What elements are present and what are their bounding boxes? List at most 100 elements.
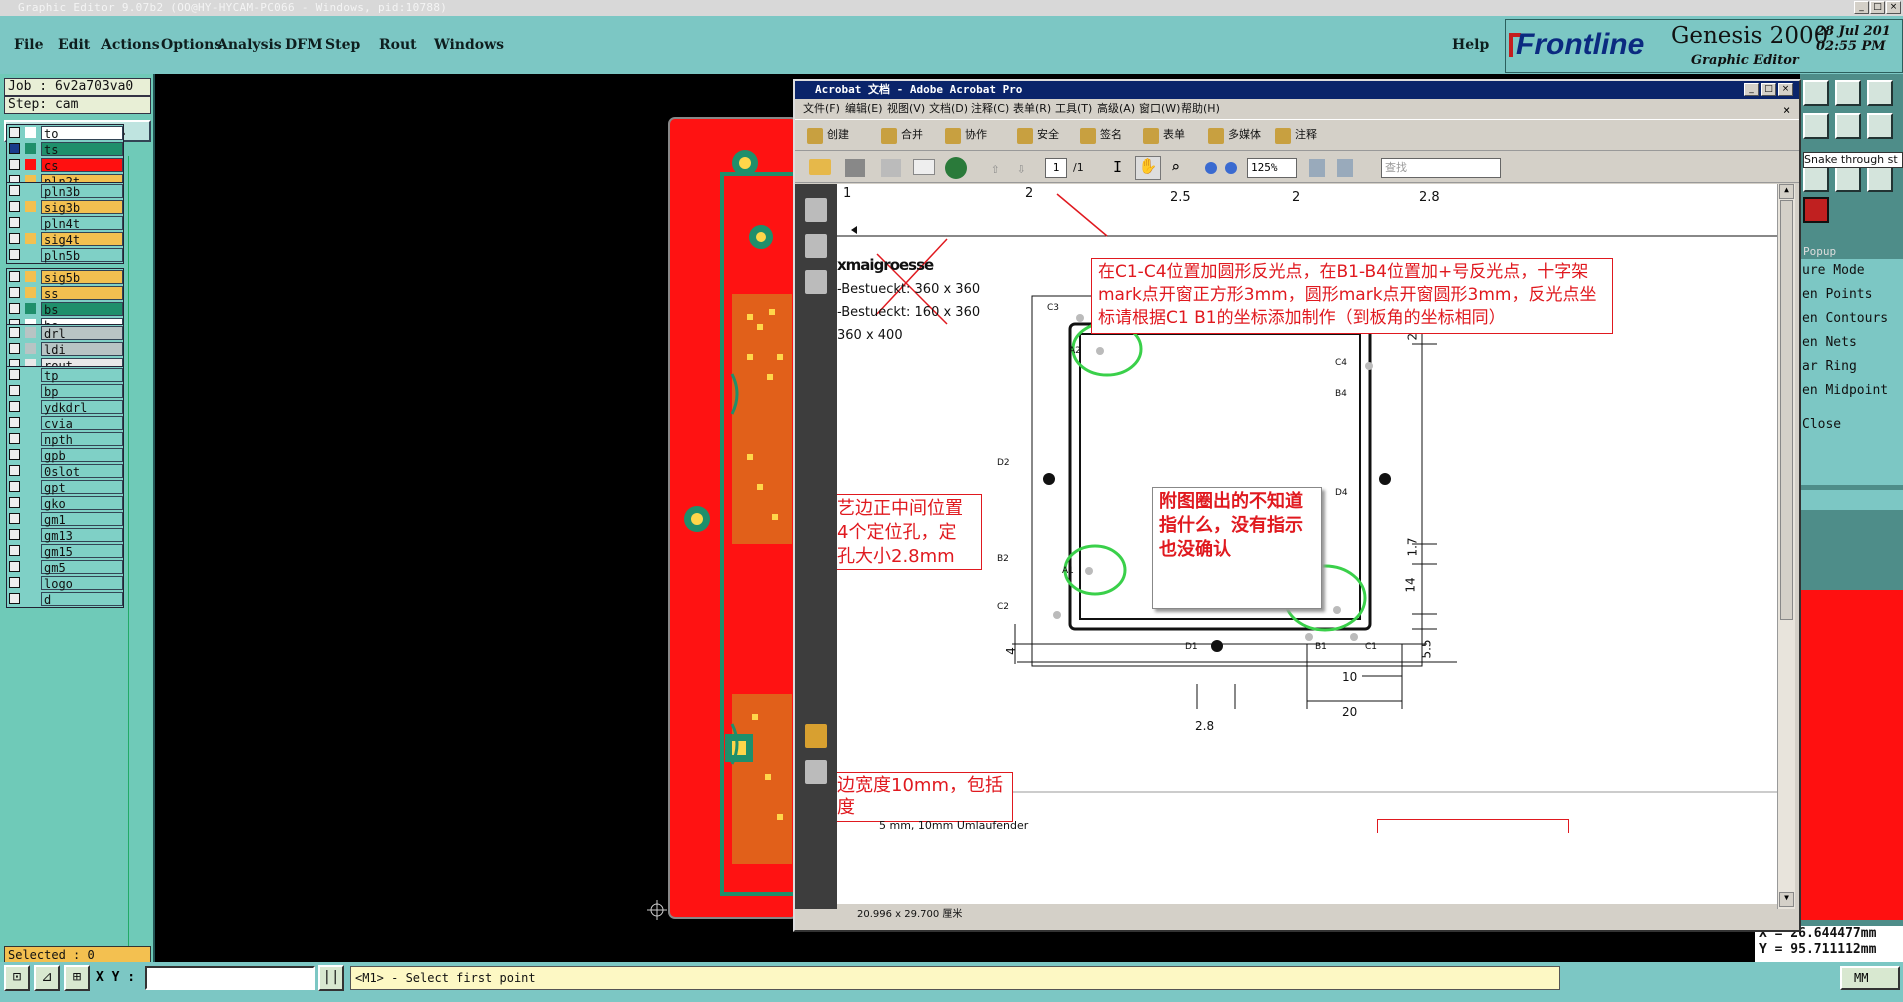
layer-name[interactable]: npth — [41, 432, 123, 447]
signatures-panel-icon[interactable] — [805, 270, 827, 294]
toolbar-button[interactable]: 注释 — [1295, 120, 1317, 150]
layer-row-gm13[interactable]: gm13 — [7, 527, 123, 543]
layer-checkbox[interactable] — [9, 385, 20, 396]
menu-edit[interactable]: Edit — [58, 36, 90, 54]
layer-row-d[interactable]: d — [7, 591, 123, 607]
menu-dfm[interactable]: DFM — [285, 36, 323, 54]
layer-name[interactable]: sig4t — [41, 232, 123, 247]
layer-name[interactable]: gpb — [41, 448, 123, 463]
acrobat-menu-item[interactable]: 视图(V) — [887, 99, 925, 119]
layer-checkbox[interactable] — [9, 327, 20, 338]
maximize-button[interactable]: □ — [1870, 1, 1885, 14]
red-tool-icon[interactable] — [1803, 197, 1829, 223]
close-button[interactable]: × — [1886, 1, 1901, 14]
annotation-center[interactable]: 附图圈出的不知道指什么，没有指示也没确认 — [1152, 487, 1322, 609]
layer-row-ydkdrl[interactable]: ydkdrl — [7, 399, 123, 415]
layer-name[interactable]: gm13 — [41, 528, 123, 543]
layer-scrollbar[interactable] — [128, 156, 152, 1002]
minimize-button[interactable]: _ — [1854, 1, 1869, 14]
layer-name[interactable]: gpt — [41, 480, 123, 495]
layer-row-pln3b[interactable]: pln3b — [7, 183, 123, 199]
layer-row-cvia[interactable]: cvia — [7, 415, 123, 431]
find-input[interactable]: 查找 — [1381, 158, 1501, 178]
layer-row-to[interactable]: to — [7, 125, 123, 141]
layer-checkbox[interactable] — [9, 143, 20, 154]
acrobat-minimize-button[interactable]: _ — [1744, 83, 1759, 96]
acrobat-menu-item[interactable]: 注释(C) — [971, 99, 1009, 119]
layer-checkbox[interactable] — [9, 159, 20, 170]
layer-name[interactable]: sig3b — [41, 200, 123, 215]
zoom-level-select[interactable]: 125% — [1247, 158, 1297, 178]
acrobat-menu-item[interactable]: 表单(R) — [1013, 99, 1051, 119]
layer-checkbox[interactable] — [9, 217, 20, 228]
zoom-tool-icon[interactable]: ⊡ — [4, 965, 30, 991]
menu-rout[interactable]: Rout — [379, 36, 417, 54]
layer-checkbox[interactable] — [9, 433, 20, 444]
units-button[interactable]: MM — [1840, 966, 1900, 990]
layer-name[interactable]: gm1 — [41, 512, 123, 527]
acrobat-menu-item[interactable]: 高级(A) — [1097, 99, 1135, 119]
layer-row-bs[interactable]: bs — [7, 301, 123, 317]
layer-row-gm1[interactable]: gm1 — [7, 511, 123, 527]
layer-name[interactable]: cvia — [41, 416, 123, 431]
email-icon[interactable] — [913, 159, 935, 175]
layer-checkbox[interactable] — [9, 593, 20, 604]
layer-checkbox[interactable] — [9, 465, 20, 476]
pdf-page[interactable]: 1 2 2.5 2 2.8 xmaigroesse -Bestueckt: 360 x 36… — [837, 184, 1777, 904]
toolbar-icon[interactable] — [1017, 128, 1033, 144]
open-folder-icon[interactable] — [809, 159, 831, 175]
layer-name[interactable]: ss — [41, 286, 123, 301]
toolbar-icon[interactable] — [1275, 128, 1291, 144]
popup-item[interactable]: en Nets — [1802, 335, 1857, 350]
layer-name[interactable]: pln3b — [41, 184, 123, 199]
zoom-in-icon[interactable] — [1225, 162, 1237, 174]
toolbar-button[interactable]: 合并 — [901, 120, 923, 150]
layer-checkbox[interactable] — [9, 185, 20, 196]
layer-name[interactable]: ts — [41, 142, 123, 157]
layer-row-pln5b[interactable]: pln5b — [7, 247, 123, 263]
tool-a-icon[interactable] — [1867, 80, 1893, 106]
help-icon[interactable] — [1867, 166, 1893, 192]
layer-checkbox[interactable] — [9, 481, 20, 492]
layer-icon[interactable] — [1835, 113, 1861, 139]
layer-row-gko[interactable]: gko — [7, 495, 123, 511]
layer-name[interactable]: bp — [41, 384, 123, 399]
pause-icon[interactable]: || — [318, 965, 344, 991]
toolbar-button[interactable]: 创建 — [827, 120, 849, 150]
menu-file[interactable]: File — [14, 36, 43, 54]
layer-checkbox[interactable] — [9, 369, 20, 380]
layer-checkbox[interactable] — [9, 529, 20, 540]
layer-row-cs[interactable]: cs — [7, 157, 123, 173]
toolbar-button[interactable]: 表单 — [1163, 120, 1185, 150]
layer-name[interactable]: to — [41, 126, 123, 141]
layer-checkbox[interactable] — [9, 249, 20, 260]
layer-checkbox[interactable] — [9, 303, 20, 314]
layer-name[interactable]: ydkdrl — [41, 400, 123, 415]
toolbar-icon[interactable] — [1208, 128, 1224, 144]
grid-tool-icon[interactable]: ⊞ — [64, 965, 90, 991]
xy-input[interactable] — [145, 966, 315, 990]
popup-item[interactable]: en Contours — [1802, 311, 1888, 326]
layer-checkbox[interactable] — [9, 287, 20, 298]
monitor-icon[interactable] — [1803, 80, 1829, 106]
scroll-thumb[interactable] — [1780, 200, 1793, 620]
print-icon[interactable] — [845, 159, 865, 177]
popup-item[interactable]: ure Mode — [1802, 263, 1865, 278]
layer-checkbox[interactable] — [9, 513, 20, 524]
layer-row-npth[interactable]: npth — [7, 431, 123, 447]
measure-tool-icon[interactable]: ⊿ — [34, 965, 60, 991]
home-icon[interactable] — [1835, 80, 1861, 106]
layer-row-0slot[interactable]: 0slot — [7, 463, 123, 479]
bookmarks-panel-icon[interactable] — [805, 234, 827, 258]
layer-checkbox[interactable] — [9, 497, 20, 508]
pages-panel-icon[interactable] — [805, 198, 827, 222]
layer-row-gm15[interactable]: gm15 — [7, 543, 123, 559]
layer-checkbox[interactable] — [9, 561, 20, 572]
layer-checkbox[interactable] — [9, 449, 20, 460]
popup-item[interactable]: en Midpoint — [1802, 383, 1888, 398]
acrobat-menu-item[interactable]: 工具(T) — [1055, 99, 1092, 119]
layer-name[interactable]: gm5 — [41, 560, 123, 575]
select-text-icon[interactable]: I — [1113, 158, 1122, 176]
layer-row-drl[interactable]: drl — [7, 325, 123, 341]
layer-name[interactable]: logo — [41, 576, 123, 591]
